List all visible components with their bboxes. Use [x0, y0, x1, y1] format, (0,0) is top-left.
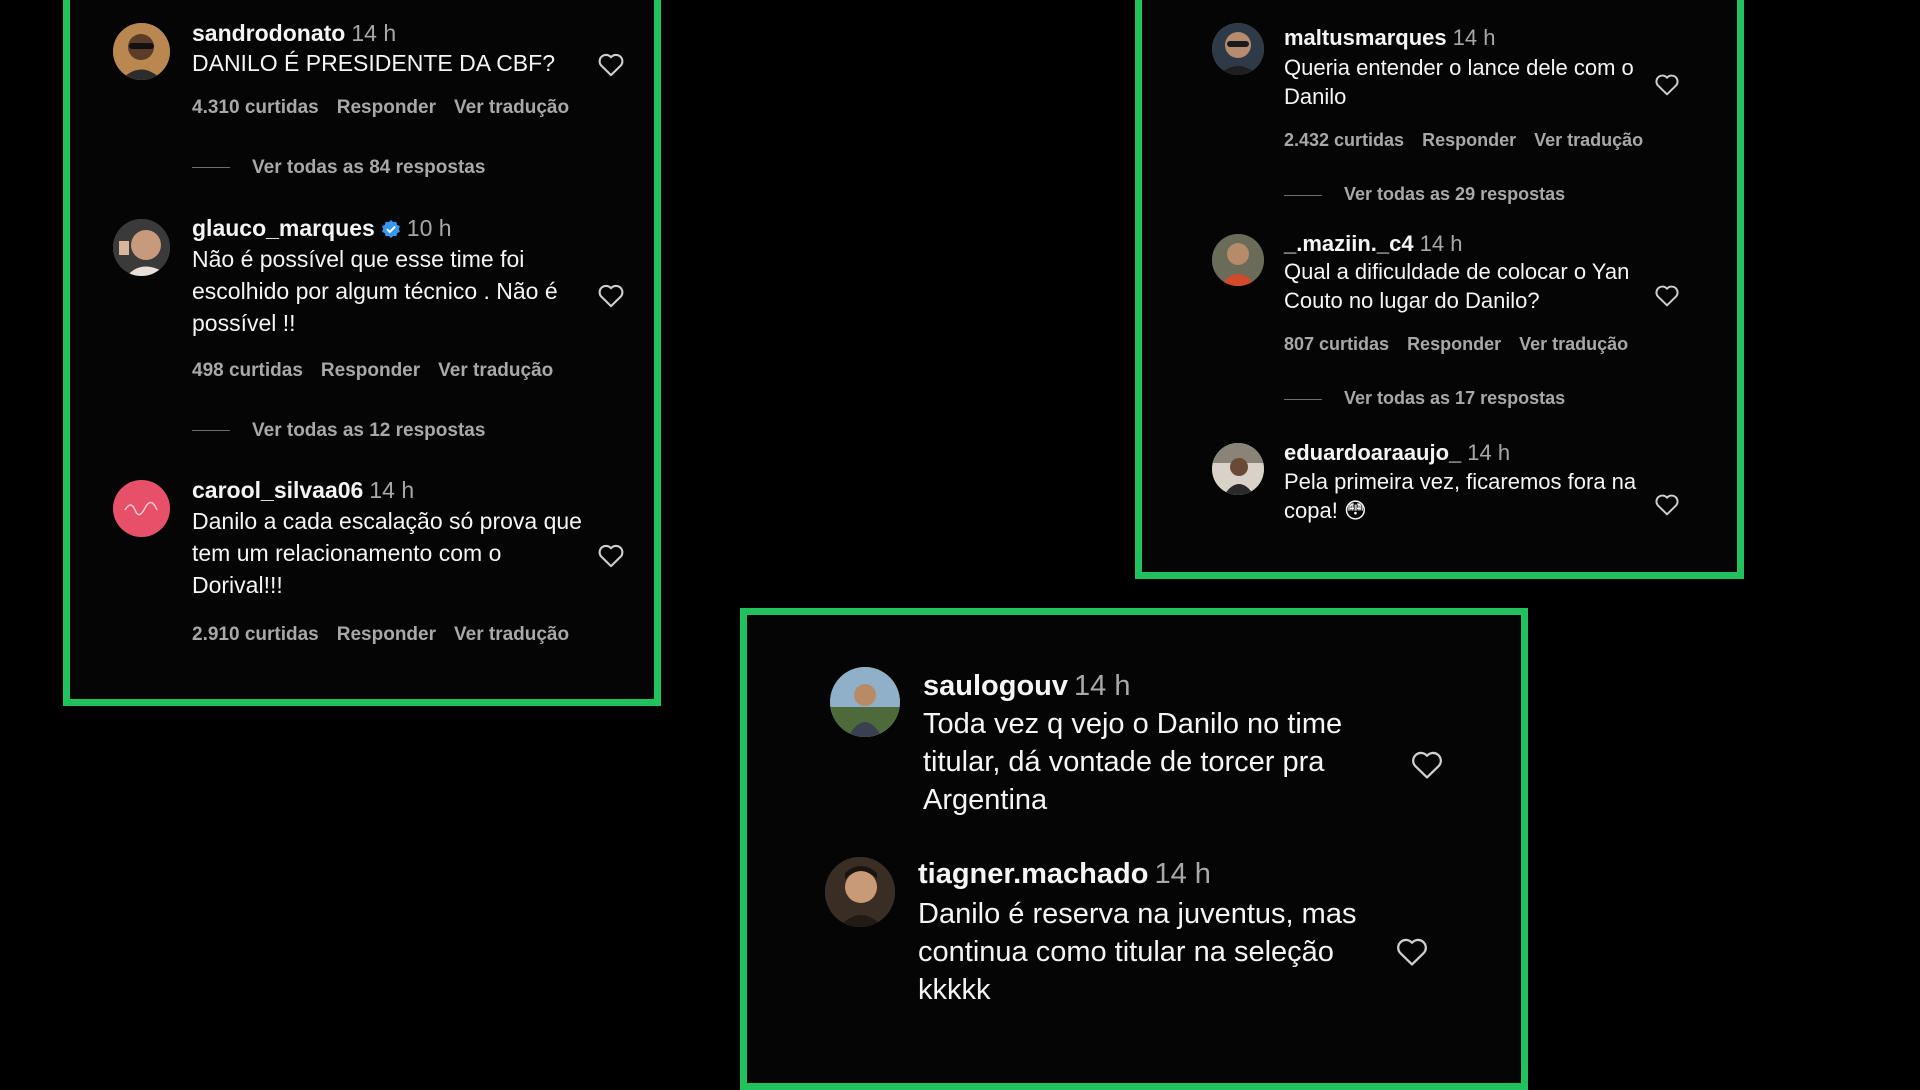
comment-item: sandrodonato 14 h DANILO É PRESIDENTE DA … [70, 0, 660, 197]
like-count[interactable]: 2.910 curtidas [192, 624, 319, 645]
avatar[interactable] [113, 480, 170, 537]
comment-header: saulogouv 14 h [923, 670, 1130, 703]
comment-text: Pela primeira vez, ficaremos fora na cop… [1284, 469, 1637, 523]
heart-icon[interactable] [1410, 748, 1444, 780]
translate-button[interactable]: Ver tradução [454, 624, 569, 645]
like-count[interactable]: 498 curtidas [192, 360, 303, 381]
username[interactable]: sandrodonato [192, 20, 345, 46]
comment-header: carool_silvaa06 14 h [192, 477, 414, 504]
avatar[interactable] [113, 23, 170, 80]
avatar[interactable] [830, 667, 900, 737]
comment-item: _.maziin._c4 14 h Qual a dificuldade de c… [1142, 219, 1742, 419]
username[interactable]: maltusmarques [1284, 25, 1447, 50]
replies-dash [1284, 194, 1322, 196]
timestamp: 14 h [1074, 670, 1131, 702]
comment-text: Toda vez q vejo o Danilo no time titular… [923, 708, 1343, 816]
comment-header: _.maziin._c4 14 h [1284, 231, 1462, 257]
comment-text: DANILO É PRESIDENTE DA CBF? [192, 50, 555, 76]
comment-header: sandrodonato 14 h [192, 20, 396, 47]
comments-panel-right: maltusmarques 14 h Queria entender o lanc… [1135, 0, 1744, 579]
comment-text: Danilo a cada escalação só prova que tem… [192, 508, 582, 598]
timestamp: 14 h [369, 477, 415, 503]
avatar[interactable] [825, 857, 895, 927]
timestamp: 10 h [406, 215, 452, 241]
comment-item: maltusmarques 14 h Queria entender o lanc… [1142, 0, 1742, 205]
view-replies-label[interactable]: Ver todas as 29 respostas [1344, 184, 1565, 204]
view-replies-label[interactable]: Ver todas as 17 respostas [1344, 388, 1565, 408]
timestamp: 14 h [1452, 25, 1496, 50]
view-replies-link[interactable]: Ver todas as 12 respostas [192, 420, 485, 442]
comment-item: glauco_marques 10 h Não é possível que es… [70, 207, 660, 457]
timestamp: 14 h [1154, 858, 1211, 890]
comment-text: Queria entender o lance dele com o Danil… [1284, 55, 1634, 109]
reply-button[interactable]: Responder [321, 360, 420, 381]
view-replies-label[interactable]: Ver todas as 84 respostas [252, 157, 485, 178]
comment-item: saulogouv 14 h Toda vez q vejo o Danilo n… [747, 615, 1527, 816]
username[interactable]: saulogouv [923, 670, 1068, 702]
replies-dash [192, 167, 230, 169]
verified-badge-icon [381, 218, 401, 238]
comments-panel-bottom: saulogouv 14 h Toda vez q vejo o Danilo n… [740, 608, 1528, 1090]
comment-text: Qual a dificuldade de colocar o Yan Cout… [1284, 259, 1630, 313]
comment-text: Danilo é reserva na juventus, mas contin… [918, 898, 1357, 1006]
replies-dash [1284, 398, 1322, 400]
comment-text: Não é possível que esse time foi escolhi… [192, 246, 558, 336]
heart-icon[interactable] [597, 542, 625, 568]
username[interactable]: carool_silvaa06 [192, 477, 363, 503]
timestamp: 14 h [351, 20, 397, 46]
heart-icon[interactable] [1654, 492, 1680, 516]
comment-header: maltusmarques 14 h [1284, 25, 1495, 51]
comment-header: glauco_marques 10 h [192, 215, 452, 242]
comment-actions: 498 curtidas Responder Ver tradução [192, 360, 571, 382]
comment-item: eduardoaraaujo_ 14 h Pela primeira vez, f… [1142, 429, 1742, 569]
comment-actions: 2.910 curtidas Responder Ver tradução [192, 624, 587, 646]
username[interactable]: eduardoaraaujo_ [1284, 440, 1461, 465]
username[interactable]: tiagner.machado [918, 858, 1148, 890]
comment-item: carool_silvaa06 14 h Danilo a cada escala… [70, 467, 660, 667]
comment-header: eduardoaraaujo_ 14 h [1284, 440, 1510, 466]
avatar[interactable] [1212, 23, 1264, 75]
like-count[interactable]: 807 curtidas [1284, 334, 1389, 354]
avatar[interactable] [1212, 234, 1264, 286]
translate-button[interactable]: Ver tradução [438, 360, 553, 381]
timestamp: 14 h [1419, 231, 1463, 256]
username[interactable]: glauco_marques [192, 215, 375, 241]
view-replies-label[interactable]: Ver todas as 12 respostas [252, 420, 485, 441]
reply-button[interactable]: Responder [1407, 334, 1501, 354]
heart-icon[interactable] [597, 51, 625, 77]
reply-button[interactable]: Responder [337, 97, 436, 118]
comment-header: tiagner.machado 14 h [918, 858, 1211, 891]
timestamp: 14 h [1467, 440, 1511, 465]
comment-actions: 2.432 curtidas Responder Ver tradução [1284, 130, 1661, 151]
reply-button[interactable]: Responder [1422, 130, 1516, 150]
username[interactable]: _.maziin._c4 [1284, 231, 1414, 256]
like-count[interactable]: 4.310 curtidas [192, 97, 319, 118]
view-replies-link[interactable]: Ver todas as 17 respostas [1284, 388, 1565, 409]
reply-button[interactable]: Responder [337, 624, 436, 645]
replies-dash [192, 430, 230, 432]
heart-icon[interactable] [1395, 935, 1429, 967]
translate-button[interactable]: Ver tradução [1519, 334, 1628, 354]
translate-button[interactable]: Ver tradução [454, 97, 569, 118]
comments-panel-left: sandrodonato 14 h DANILO É PRESIDENTE DA … [63, 0, 661, 706]
heart-icon[interactable] [1654, 283, 1680, 307]
view-replies-link[interactable]: Ver todas as 84 respostas [192, 157, 485, 179]
comment-actions: 807 curtidas Responder Ver tradução [1284, 334, 1646, 355]
translate-button[interactable]: Ver tradução [1534, 130, 1643, 150]
avatar[interactable] [1212, 443, 1264, 495]
heart-icon[interactable] [1654, 72, 1680, 96]
comment-actions: 4.310 curtidas Responder Ver tradução [192, 97, 587, 119]
view-replies-link[interactable]: Ver todas as 29 respostas [1284, 184, 1565, 205]
avatar[interactable] [113, 219, 170, 276]
comment-item: tiagner.machado 14 h Danilo é reserva na … [747, 845, 1527, 1045]
like-count[interactable]: 2.432 curtidas [1284, 130, 1404, 150]
heart-icon[interactable] [597, 282, 625, 308]
